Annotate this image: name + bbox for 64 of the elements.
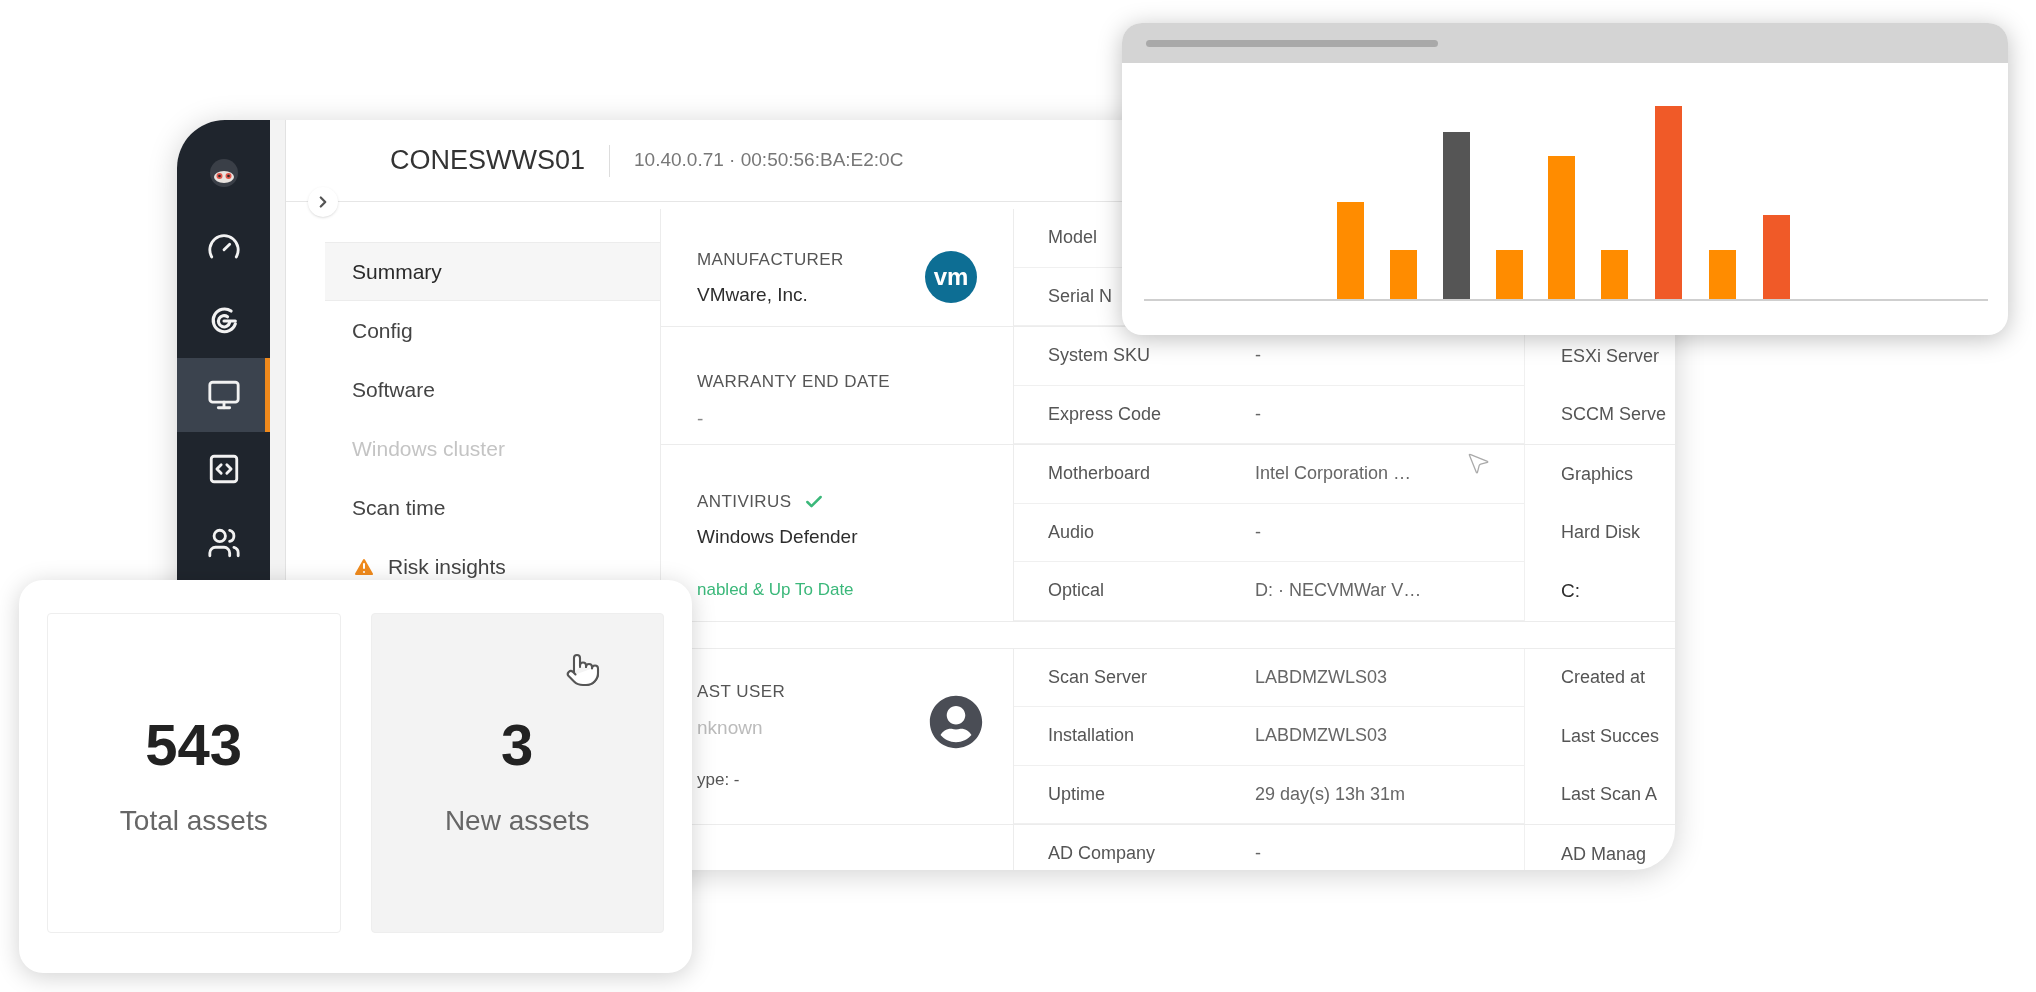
- stat-label: Total assets: [119, 804, 268, 838]
- chart-bar: [1390, 250, 1417, 299]
- users-icon: [206, 526, 241, 560]
- side-value: C:: [1561, 579, 1580, 603]
- row-label: Uptime: [1048, 782, 1106, 806]
- row-label: Motherboard: [1048, 462, 1152, 486]
- monitor-icon: [206, 378, 241, 412]
- stat-value: 543: [145, 716, 243, 774]
- sidebar-item[interactable]: [177, 358, 270, 432]
- field-value: -: [697, 406, 705, 431]
- row-label: Express Code: [1048, 402, 1163, 426]
- field-title: ANTIVIRUS: [697, 491, 792, 513]
- field-value: Windows Defender: [697, 524, 859, 549]
- row-value: -: [1255, 402, 1261, 426]
- row-value: LABDMZWLS03: [1255, 665, 1388, 689]
- row-label: AD Company: [1048, 842, 1157, 866]
- field-note: ype: -: [697, 768, 741, 791]
- row-label: Scan Server: [1048, 665, 1149, 689]
- row-value: -: [1255, 344, 1261, 368]
- stat-label: New assets: [444, 804, 590, 838]
- side-label: Hard Disk: [1561, 521, 1640, 545]
- collapse-button[interactable]: [308, 187, 338, 217]
- stat-value: 3: [501, 716, 534, 774]
- menu-item[interactable]: Config: [325, 315, 660, 346]
- hand-pointer-icon: [565, 652, 601, 688]
- field-title: WARRANTY END DATE: [697, 371, 891, 393]
- side-label: AD Manag: [1561, 842, 1647, 866]
- stat-card[interactable]: 3 New assets: [370, 613, 664, 933]
- row-value: -: [1255, 842, 1261, 866]
- side-label: ESXi Server: [1561, 344, 1660, 368]
- row-value: LABDMZWLS03: [1255, 724, 1388, 748]
- chart-bar: [1601, 250, 1628, 299]
- row-label: Serial N: [1048, 284, 1114, 308]
- field-value: VMware, Inc.: [697, 282, 809, 307]
- stat-card[interactable]: 543 Total assets: [47, 613, 341, 933]
- vendor-logo: vm: [925, 251, 977, 303]
- row-value: -: [1255, 520, 1261, 544]
- status-text: nabled & Up To Date: [697, 579, 855, 601]
- menu-item[interactable]: Risk insights: [325, 551, 660, 582]
- side-label: Last Succes: [1561, 724, 1660, 748]
- side-label: Created at: [1561, 666, 1646, 690]
- chart-bar: [1709, 250, 1736, 299]
- row-value: 29 day(s) 13h 31m: [1255, 782, 1406, 806]
- logo-icon[interactable]: [208, 158, 239, 188]
- row-value: D: · NECVMWar V…: [1255, 579, 1422, 603]
- row-value: Intel Corporation …: [1255, 462, 1412, 486]
- side-label: SCCM Serve: [1561, 403, 1667, 427]
- field-title: AST USER: [697, 680, 786, 703]
- menu-item[interactable]: Software: [325, 374, 660, 405]
- row-label: Model: [1048, 226, 1099, 250]
- row-label: Installation: [1048, 724, 1136, 748]
- chart-bar: [1496, 250, 1523, 299]
- field-title: MANUFACTURER: [697, 249, 844, 271]
- row-label: Audio: [1048, 520, 1096, 544]
- asset-address: 10.40.0.71 · 00:50:56:BA:E2:0C: [634, 148, 904, 173]
- asset-title: CONESWWS01: [390, 144, 586, 178]
- user-avatar-icon: [929, 694, 983, 749]
- row-label: System SKU: [1048, 344, 1152, 368]
- field-value: nknown: [697, 716, 764, 740]
- menu-item[interactable]: Summary: [325, 242, 660, 301]
- side-label: Last Scan A: [1561, 783, 1658, 807]
- row-label: Optical: [1048, 579, 1106, 603]
- menu-item[interactable]: Scan time: [325, 492, 660, 523]
- side-label: Graphics: [1561, 462, 1634, 486]
